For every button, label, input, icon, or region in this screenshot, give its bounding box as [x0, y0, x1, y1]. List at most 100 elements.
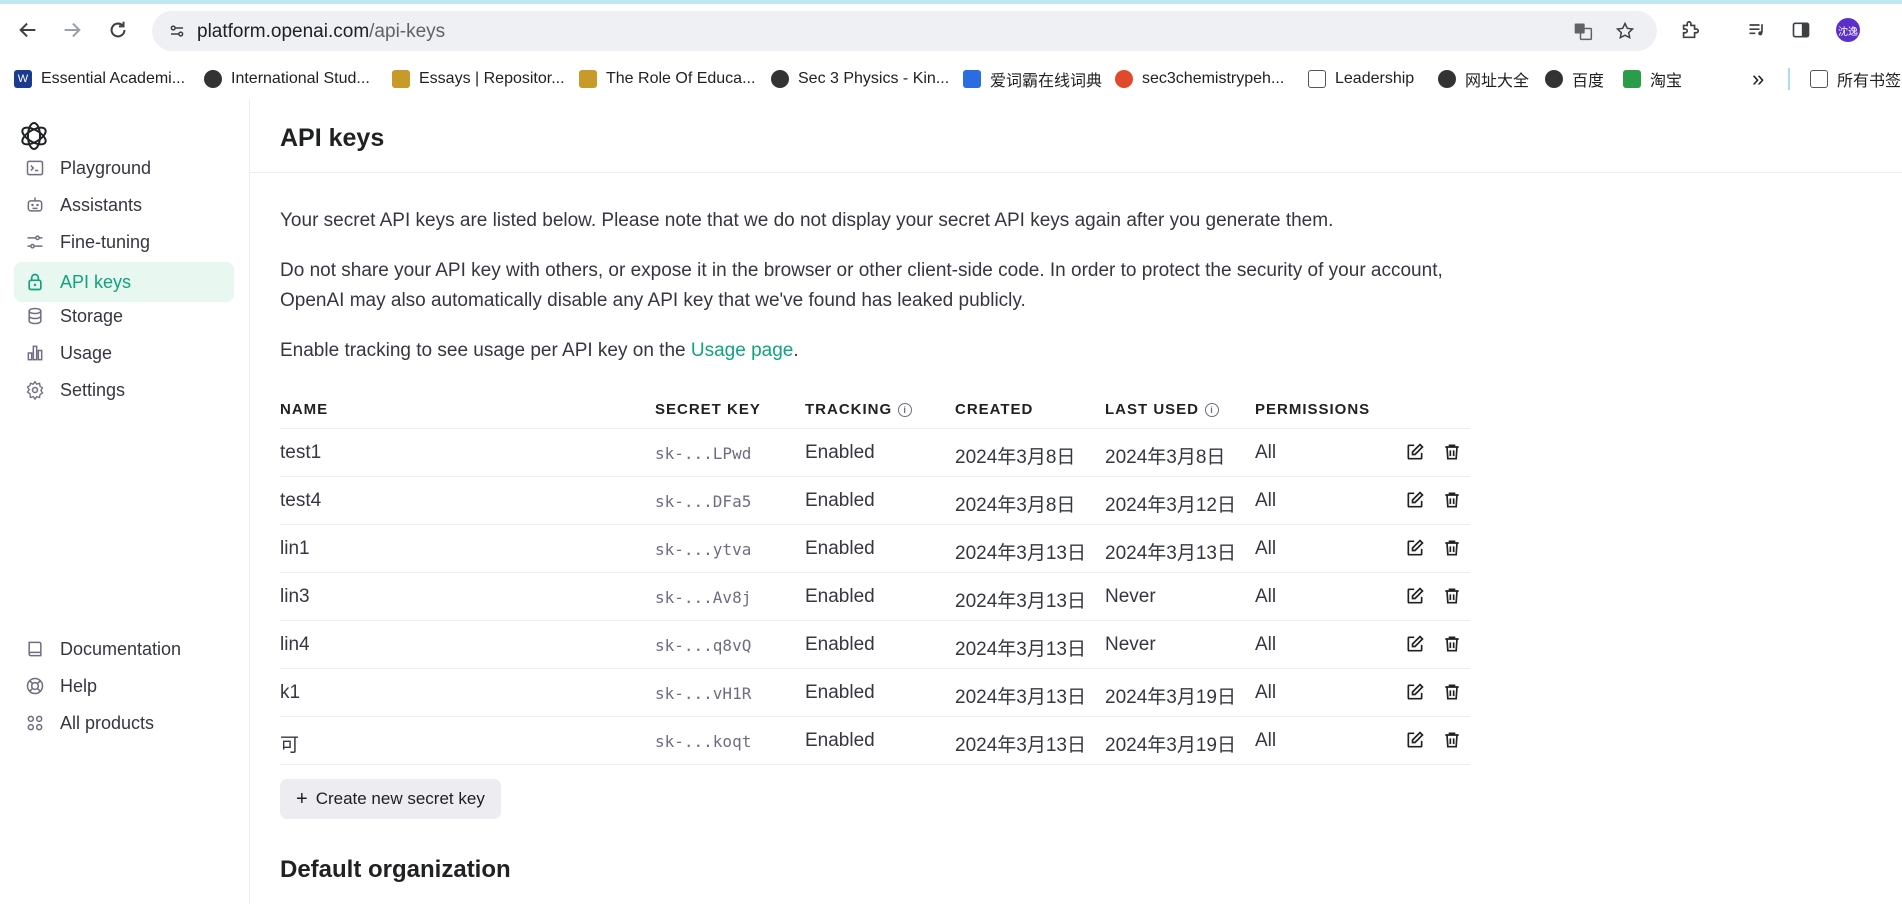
cell-permissions: All — [1255, 586, 1277, 607]
table-row: k1 sk-...vH1R Enabled 2024年3月13日 2024年3月19日 A… — [280, 669, 1470, 717]
star-icon[interactable] — [1614, 20, 1636, 42]
info-icon[interactable]: i — [898, 402, 913, 417]
bookmark-item[interactable]: 爱词霸在线词典 — [963, 68, 1102, 90]
edit-icon[interactable] — [1403, 536, 1427, 560]
tab-strip-edge — [0, 0, 1902, 4]
edit-icon[interactable] — [1403, 440, 1427, 464]
sidebar-item-documentation[interactable]: Documentation — [14, 629, 234, 669]
bookmark-item[interactable]: Essays | Repositor... — [392, 68, 565, 90]
table-header: NAME SECRET KEY TRACKING i CREATED LAST U… — [280, 393, 1470, 429]
trash-icon[interactable] — [1440, 632, 1464, 656]
bookmark-label: 网址大全 — [1465, 73, 1530, 90]
cell-last-used: Never — [1105, 634, 1156, 655]
trash-icon[interactable] — [1440, 536, 1464, 560]
reload-button[interactable] — [104, 16, 132, 44]
bookmark-item[interactable]: Sec 3 Physics - Kin... — [771, 68, 949, 90]
tracking-suffix: . — [793, 340, 799, 361]
trash-icon[interactable] — [1440, 584, 1464, 608]
bookmark-item[interactable]: sec3chemistrypeh... — [1115, 68, 1284, 90]
translate-icon[interactable] — [1572, 20, 1594, 42]
bookmark-label: The Role Of Educa... — [606, 70, 756, 87]
sidebar-item-label: All products — [60, 712, 155, 733]
sidebar-item-assistants[interactable]: Assistants — [14, 185, 234, 225]
page-header: API keys — [250, 100, 1902, 173]
column-header-permissions: PERMISSIONS — [1255, 401, 1371, 418]
cell-permissions: All — [1255, 490, 1277, 511]
all-bookmarks-folder[interactable]: 所有书签 — [1810, 68, 1901, 90]
robot-icon — [24, 194, 46, 216]
sidebar-item-label: Storage — [60, 305, 124, 326]
usage-page-link[interactable]: Usage page — [691, 340, 793, 361]
edit-icon[interactable] — [1403, 632, 1427, 656]
page-title: API keys — [280, 124, 385, 152]
table-row: lin1 sk-...ytva Enabled 2024年3月13日 2024年3月13… — [280, 525, 1470, 573]
table-row: test1 sk-...LPwd Enabled 2024年3月8日 2024年3月8日… — [280, 429, 1470, 477]
column-header-last-used: LAST USED i — [1105, 401, 1220, 418]
warning-paragraph: Do not share your API key with others, o… — [280, 260, 1443, 311]
sidebar-item-fine-tuning[interactable]: Fine-tuning — [14, 222, 234, 262]
trash-icon[interactable] — [1440, 488, 1464, 512]
column-header-name: NAME — [280, 401, 329, 418]
bookmark-item[interactable]: International Stud... — [204, 68, 370, 90]
sidebar-item-label: Help — [60, 675, 98, 696]
cell-created: 2024年3月13日 — [955, 543, 1086, 564]
table-row: test4 sk-...DFa5 Enabled 2024年3月8日 2024年3月12… — [280, 477, 1470, 525]
bookmark-folder[interactable]: Leadership — [1308, 68, 1414, 90]
cell-tracking: Enabled — [805, 490, 875, 511]
cell-permissions: All — [1255, 730, 1277, 751]
create-secret-key-button[interactable]: + Create new secret key — [280, 779, 501, 819]
sidebar-item-label: Usage — [60, 342, 113, 363]
address-bar[interactable]: platform.openai.com/api-keys — [152, 11, 1657, 51]
bookmark-label: Essays | Repositor... — [419, 70, 565, 87]
cell-permissions: All — [1255, 634, 1277, 655]
forward-button[interactable] — [58, 16, 86, 44]
bookmark-item[interactable]: The Role Of Educa... — [579, 68, 755, 90]
edit-icon[interactable] — [1403, 728, 1427, 752]
side-panel-icon[interactable] — [1788, 17, 1814, 43]
bookmark-favicon-icon — [963, 70, 981, 88]
cell-last-used: 2024年3月19日 — [1105, 735, 1236, 756]
sidebar-item-help[interactable]: Help — [14, 666, 234, 706]
url-path: /api-keys — [369, 21, 446, 42]
profile-avatar[interactable]: 沈逸 — [1836, 18, 1860, 42]
sidebar-item-label: API keys — [60, 271, 132, 292]
column-header-label: LAST USED — [1105, 401, 1200, 418]
intro-paragraph: Your secret API keys are listed below. P… — [280, 210, 1334, 231]
edit-icon[interactable] — [1403, 488, 1427, 512]
sidebar-item-usage[interactable]: Usage — [14, 333, 234, 373]
bookmark-item[interactable]: W Essential Academi... — [14, 68, 185, 90]
sidebar-item-all-products[interactable]: All products — [14, 703, 234, 743]
cell-name: lin4 — [280, 634, 310, 655]
bookmark-item[interactable]: 百度 — [1545, 68, 1604, 90]
terminal-icon — [24, 157, 46, 179]
bookmark-item[interactable]: 淘宝 — [1623, 68, 1682, 90]
bookmark-favicon-icon — [579, 70, 597, 88]
globe-icon — [1438, 70, 1456, 88]
trash-icon[interactable] — [1440, 728, 1464, 752]
extensions-icon[interactable] — [1677, 17, 1703, 43]
section-title-organization: Default organization — [280, 856, 511, 883]
plus-icon: + — [296, 787, 308, 810]
bookmark-item[interactable]: 网址大全 — [1438, 68, 1529, 90]
cell-secret-key: sk-...DFa5 — [655, 492, 752, 511]
cell-secret-key: sk-...koqt — [655, 732, 752, 751]
column-header-label: TRACKING — [805, 401, 893, 418]
trash-icon[interactable] — [1440, 680, 1464, 704]
sidebar-item-playground[interactable]: Playground — [14, 148, 234, 188]
site-info-icon[interactable] — [166, 20, 188, 42]
media-icon[interactable] — [1744, 17, 1770, 43]
back-button[interactable] — [14, 16, 42, 44]
cell-created: 2024年3月8日 — [955, 495, 1076, 516]
cell-tracking: Enabled — [805, 634, 875, 655]
edit-icon[interactable] — [1403, 584, 1427, 608]
edit-icon[interactable] — [1403, 680, 1427, 704]
sidebar-item-storage[interactable]: Storage — [14, 296, 234, 336]
sidebar-item-settings[interactable]: Settings — [14, 370, 234, 410]
trash-icon[interactable] — [1440, 440, 1464, 464]
bookmarks-overflow-button[interactable]: » — [1752, 66, 1764, 91]
create-button-label: Create new secret key — [315, 789, 485, 808]
cell-tracking: Enabled — [805, 682, 875, 703]
cell-secret-key: sk-...ytva — [655, 540, 752, 559]
info-icon[interactable]: i — [1205, 402, 1220, 417]
cell-created: 2024年3月13日 — [955, 735, 1086, 756]
